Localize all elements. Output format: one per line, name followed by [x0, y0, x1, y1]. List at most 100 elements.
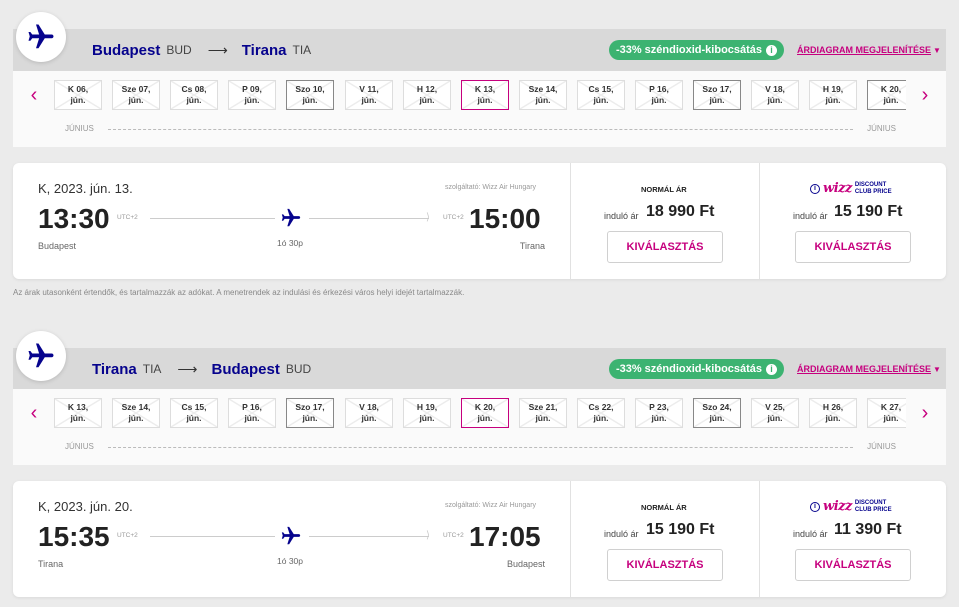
month-divider	[108, 129, 853, 130]
date-option[interactable]: Szo 17, jún.	[286, 398, 334, 428]
arrival-city: Tirana	[519, 241, 545, 251]
date-option[interactable]: Cs 15, jún.	[577, 80, 625, 110]
date-option-month: jún.	[535, 413, 551, 423]
flight-date: K, 2023. jún. 13.	[38, 181, 133, 196]
date-option-day: Sze 14,	[528, 84, 558, 94]
date-option[interactable]: Szo 17, jún.	[693, 80, 741, 110]
discount-club-price: 11 390 Ft	[834, 521, 902, 538]
airplane-icon	[281, 208, 301, 227]
date-option-month: jún.	[767, 95, 783, 105]
select-normal-price-button[interactable]: KIVÁLASZTÁS	[607, 231, 723, 263]
price-diagram-link[interactable]: ÁRDIAGRAM MEGJELENÍTÉSE ▼	[797, 364, 941, 374]
date-option[interactable]: P 23, jún.	[635, 398, 683, 428]
route-line	[150, 218, 275, 219]
from-label: induló ár	[604, 211, 639, 221]
page-bottom	[0, 600, 959, 607]
date-option[interactable]: K 13, jún.	[54, 398, 102, 428]
date-option-day: V 25,	[765, 402, 785, 412]
date-option[interactable]: H 12, jún.	[403, 80, 451, 110]
info-icon: i	[766, 44, 778, 56]
date-option-month: jún.	[593, 413, 609, 423]
price-diagram-link[interactable]: ÁRDIAGRAM MEGJELENÍTÉSE ▼	[797, 45, 941, 55]
date-option-month: jún.	[651, 413, 667, 423]
month-label-right: JÚNIUS	[863, 442, 896, 451]
date-option[interactable]: H 26, jún.	[809, 398, 857, 428]
date-option-day: P 09,	[242, 84, 262, 94]
date-option[interactable]: Sze 14, jún.	[112, 398, 160, 428]
airplane-icon	[16, 12, 66, 62]
date-option[interactable]: V 11, jún.	[345, 80, 393, 110]
select-discount-club-button[interactable]: KIVÁLASZTÁS	[795, 231, 911, 263]
co2-badge[interactable]: -33% széndioxid-kibocsátás i	[609, 359, 784, 379]
month-label-right: JÚNIUS	[863, 124, 896, 133]
date-option-day: Cs 08,	[181, 84, 207, 94]
info-icon: i	[766, 363, 778, 375]
route-title: Tirana TIA ⟶ Budapest BUD	[92, 348, 315, 390]
date-option-day: Sze 21,	[528, 402, 558, 412]
date-option[interactable]: V 18, jún.	[751, 80, 799, 110]
month-label-left: JÚNIUS	[65, 124, 98, 133]
chevron-right-icon[interactable]: ›	[915, 83, 935, 107]
date-option[interactable]: H 19, jún.	[809, 80, 857, 110]
date-option-month: jún.	[186, 95, 202, 105]
info-icon[interactable]: i	[810, 501, 820, 512]
departure-city: Budapest	[38, 241, 77, 251]
date-option-month: jún.	[535, 95, 551, 105]
date-option-day: H 26,	[822, 402, 844, 412]
date-option[interactable]: Sze 07, jún.	[112, 80, 160, 110]
date-option[interactable]: Cs 15, jún.	[170, 398, 218, 428]
select-discount-club-button[interactable]: KIVÁLASZTÁS	[795, 549, 911, 581]
co2-badge[interactable]: -33% széndioxid-kibocsátás i	[609, 40, 784, 60]
date-option[interactable]: Sze 14, jún.	[519, 80, 567, 110]
price-diagram-link-label: ÁRDIAGRAM MEGJELENÍTÉSE	[797, 45, 932, 55]
discount-club-line2: CLUB PRICE	[854, 188, 892, 195]
wizz-logo: wizz	[823, 181, 852, 196]
chevron-left-icon[interactable]: ‹	[24, 83, 44, 107]
discount-club-line1: DISCOUNT	[854, 182, 887, 188]
date-option-day: Szo 24,	[702, 402, 732, 412]
airplane-icon	[16, 331, 66, 381]
date-option[interactable]: Cs 08, jún.	[170, 80, 218, 110]
arrival-time: 17:05	[469, 521, 541, 552]
date-option[interactable]: V 25, jún.	[751, 398, 799, 428]
origin-city: Tirana	[92, 360, 137, 378]
co2-text: -33% széndioxid-kibocsátás	[615, 363, 763, 375]
date-option[interactable]: K 20, jún.	[867, 80, 906, 110]
date-option[interactable]: K 27, jún.	[867, 398, 906, 428]
date-selector: ‹ K 13, jún. Sze 14, jún. Cs 15, jún. P 16, jún…	[13, 389, 946, 465]
date-option[interactable]: H 19, jún.	[403, 398, 451, 428]
date-option-month: jún.	[651, 95, 667, 105]
info-icon[interactable]: i	[810, 183, 820, 194]
date-option[interactable]: K 13, jún.	[461, 80, 509, 110]
wizz-discount-club-badge: i wizz DISCOUNT CLUB PRICE	[810, 181, 892, 196]
route-header: Tirana TIA ⟶ Budapest BUD -33% széndioxi…	[13, 348, 946, 390]
date-option[interactable]: K 06, jún.	[54, 80, 102, 110]
discount-club-label: DISCOUNT CLUB PRICE	[855, 500, 892, 513]
departure-utc: UTC+2	[117, 532, 138, 539]
destination-city: Tirana	[241, 41, 287, 59]
divider	[759, 481, 760, 597]
date-option[interactable]: P 16, jún.	[635, 80, 683, 110]
date-option[interactable]: Szo 10, jún.	[286, 80, 334, 110]
date-option[interactable]: P 09, jún.	[228, 80, 276, 110]
normal-price-title: NORMÁL ÁR	[641, 185, 687, 194]
date-option-day: V 11,	[359, 84, 379, 94]
normal-price: 15 190 Ft	[646, 521, 715, 538]
date-option[interactable]: Szo 24, jún.	[693, 398, 741, 428]
date-option[interactable]: V 18, jún.	[345, 398, 393, 428]
divider	[570, 481, 571, 597]
departure-utc: UTC+2	[117, 214, 138, 221]
date-option[interactable]: P 16, jún.	[228, 398, 276, 428]
date-option[interactable]: Cs 22, jún.	[577, 398, 625, 428]
from-label: induló ár	[793, 529, 828, 539]
select-normal-price-button[interactable]: KIVÁLASZTÁS	[607, 549, 723, 581]
date-option[interactable]: Sze 21, jún.	[519, 398, 567, 428]
date-option-day: K 27,	[880, 402, 902, 412]
date-strip: K 06, jún. Sze 07, jún. Cs 08, jún. P 09, jún. S…	[54, 80, 906, 110]
date-option[interactable]: K 20, jún.	[461, 398, 509, 428]
departure-time: 13:30	[38, 203, 110, 234]
chevron-right-icon[interactable]: ›	[915, 401, 935, 425]
normal-price: 18 990 Ft	[646, 203, 715, 220]
chevron-left-icon[interactable]: ‹	[24, 401, 44, 425]
route-title: Budapest BUD ⟶ Tirana TIA	[92, 29, 315, 71]
